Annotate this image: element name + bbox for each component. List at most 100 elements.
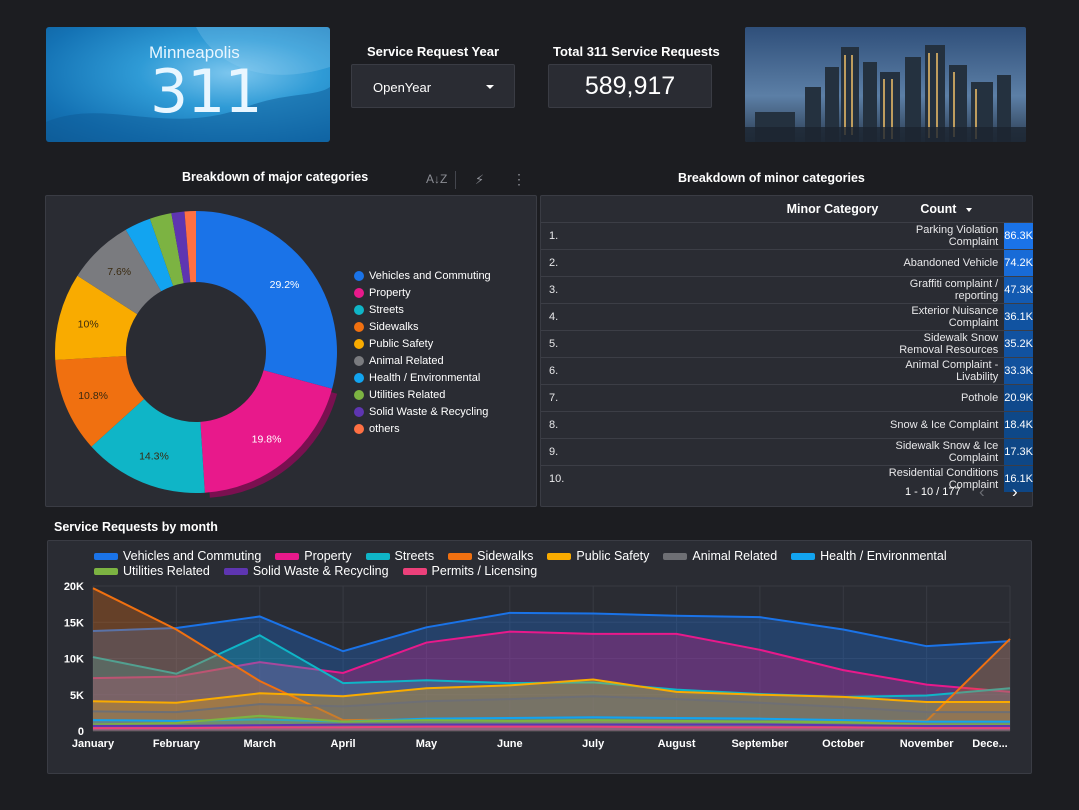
table-row[interactable]: 9. Sidewalk Snow & Ice Complaint 17.3K (541, 438, 1033, 466)
legend-label: Vehicles and Commuting (369, 269, 491, 282)
year-dropdown-value: OpenYear (373, 80, 432, 95)
x-tick-label: July (582, 738, 605, 750)
row-category: Sidewalk Snow Removal Resources (884, 330, 1005, 358)
pie-slice-label: 14.3% (139, 450, 169, 462)
legend-item[interactable]: Health / Environmental (354, 369, 491, 386)
row-rank: 1. (541, 222, 885, 250)
legend-label: Health / Environmental (369, 371, 481, 384)
table-row[interactable]: 4. Exterior Nuisance Complaint 36.1K (541, 303, 1033, 331)
minor-categories-rows: 1. Parking Violation Complaint 86.3K 2. Aban… (541, 222, 1033, 492)
legend-color-swatch (354, 423, 364, 434)
count-column-label: Count (920, 202, 957, 216)
row-category: Graffiti complaint / reporting (884, 276, 1005, 304)
x-tick-label: October (822, 738, 865, 750)
table-row[interactable]: 2. Abandoned Vehicle 74.2K (541, 249, 1033, 277)
major-categories-title: Breakdown of major categories (182, 170, 369, 184)
toolbar-divider (455, 171, 456, 189)
minor-categories-title: Breakdown of minor categories (678, 171, 865, 185)
row-rank: 4. (541, 303, 885, 331)
next-page-icon[interactable]: › (1012, 483, 1018, 500)
legend-item[interactable]: Property (354, 284, 491, 301)
legend-label: Utilities Related (369, 388, 446, 401)
chevron-down-icon (486, 85, 494, 89)
minor-category-column-header[interactable]: Minor Category (541, 196, 884, 223)
legend-color-swatch (354, 304, 364, 315)
x-tick-label: August (658, 738, 696, 750)
row-rank: 10. (541, 465, 885, 492)
total-requests-scorecard: 589,917 (548, 64, 712, 108)
city-skyline-image (745, 27, 1026, 142)
row-category: Exterior Nuisance Complaint (884, 303, 1005, 331)
monthly-area-chart: 0 5K 10K 15K 20K January February March April May… (64, 581, 1011, 750)
row-category: Pothole (884, 384, 1005, 412)
table-row[interactable]: 1. Parking Violation Complaint 86.3K (541, 222, 1033, 250)
table-row[interactable]: 8. Snow & Ice Complaint 18.4K (541, 411, 1033, 439)
skyline-illustration (745, 27, 1026, 142)
legend-item[interactable]: others (354, 420, 491, 437)
pie-slice-label: 10.8% (78, 390, 108, 402)
x-tick-label: April (331, 738, 356, 750)
major-categories-panel: 29.2% 19.8% 14.3% 10.8% 10% 7.6% Vehicles and… (45, 195, 537, 507)
legend-item[interactable]: Vehicles and Commuting (354, 267, 491, 284)
row-count: 17.3K (1004, 438, 1033, 466)
more-vertical-icon[interactable]: ⋮ (512, 171, 526, 188)
row-count: 47.3K (1004, 276, 1033, 304)
pie-slice-label: 10% (78, 319, 99, 331)
row-count: 74.2K (1004, 249, 1033, 277)
x-tick-label: September (731, 738, 789, 750)
previous-page-icon[interactable]: ‹ (979, 483, 985, 500)
legend-item[interactable]: Utilities Related (354, 386, 491, 403)
row-rank: 7. (541, 384, 885, 412)
major-categories-donut: 29.2% 19.8% 14.3% 10.8% 10% 7.6% (55, 211, 338, 498)
table-row[interactable]: 7. Pothole 20.9K (541, 384, 1033, 412)
y-tick-label: 0 (78, 726, 84, 738)
legend-color-swatch (354, 372, 364, 383)
legend-item[interactable]: Public Safety (354, 335, 491, 352)
pie-slice-label: 7.6% (107, 266, 131, 278)
x-tick-label: June (497, 738, 523, 750)
y-tick-label: 15K (64, 617, 84, 629)
legend-item[interactable]: Sidewalks (354, 318, 491, 335)
table-row[interactable]: 6. Animal Complaint - Livability 33.3K (541, 357, 1033, 385)
row-rank: 2. (541, 249, 885, 277)
year-dropdown[interactable]: OpenYear (351, 64, 515, 108)
pie-slice-label: 19.8% (252, 433, 282, 445)
lightning-icon[interactable]: ⚡︎ (475, 172, 484, 188)
monthly-chart-panel: Vehicles and Commuting Property Streets Sid… (47, 540, 1032, 774)
legend-item[interactable]: Solid Waste & Recycling (354, 403, 491, 420)
legend-label: others (369, 422, 400, 435)
x-tick-label: March (244, 738, 277, 750)
legend-label: Public Safety (369, 337, 434, 350)
sort-az-icon[interactable]: A↓Z (426, 172, 447, 186)
legend-color-swatch (354, 270, 364, 281)
minor-categories-panel: Minor Category Count 1. Parking Violation… (540, 195, 1033, 507)
table-row[interactable]: 3. Graffiti complaint / reporting 47.3K (541, 276, 1033, 304)
legend-item[interactable]: Animal Related (354, 352, 491, 369)
x-tick-label: January (72, 738, 115, 750)
y-tick-label: 20K (64, 581, 84, 593)
row-count: 86.3K (1004, 222, 1033, 250)
legend-color-swatch (354, 355, 364, 366)
major-categories-legend: Vehicles and Commuting Property Streets Sid… (354, 267, 491, 437)
row-rank: 3. (541, 276, 885, 304)
monthly-chart-title: Service Requests by month (54, 520, 218, 534)
legend-label: Streets (369, 303, 404, 316)
legend-label: Solid Waste & Recycling (369, 405, 489, 418)
table-row[interactable]: 5. Sidewalk Snow Removal Resources 35.2K (541, 330, 1033, 358)
legend-item[interactable]: Streets (354, 301, 491, 318)
total-requests-value: 589,917 (584, 72, 676, 100)
legend-label: Sidewalks (369, 320, 419, 333)
row-rank: 8. (541, 411, 885, 439)
row-category: Animal Complaint - Livability (884, 357, 1005, 385)
row-count: 20.9K (1004, 384, 1033, 412)
logo-number: 311 (150, 57, 263, 127)
x-tick-label: February (153, 738, 201, 750)
row-count: 16.1K (1004, 465, 1033, 492)
row-category: Parking Violation Complaint (884, 222, 1005, 250)
row-count: 36.1K (1004, 303, 1033, 331)
pie-slice-vehicles-and-commuting[interactable] (196, 211, 337, 389)
count-column-header[interactable]: Count (884, 196, 1004, 223)
row-category: Abandoned Vehicle (884, 249, 1005, 277)
row-count: 18.4K (1004, 411, 1033, 439)
minneapolis-311-logo: Minneapolis 311 (46, 27, 330, 142)
